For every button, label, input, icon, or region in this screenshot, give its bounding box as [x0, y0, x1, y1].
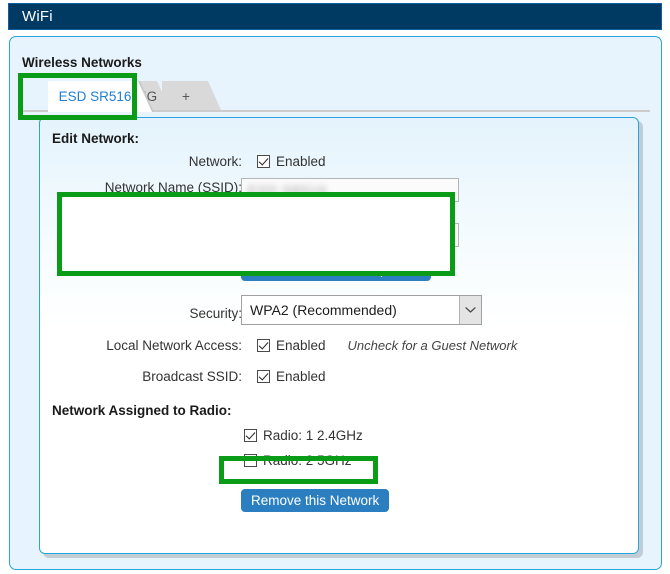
ssid-label: Network Name (SSID): — [104, 180, 242, 195]
wifi-settings-page: WiFi Wireless Networks ESD SR516-5G + ES… — [0, 0, 670, 574]
edit-network-panel: Edit Network: Network: Enabled Network N… — [39, 117, 639, 554]
chevron-down-icon[interactable] — [459, 296, 481, 324]
network-enabled-checkbox-label: Enabled — [276, 154, 326, 169]
network-enabled-checkbox[interactable] — [257, 155, 270, 168]
local-network-access-checkbox-label: Enabled — [276, 338, 326, 353]
remove-network-button[interactable]: Remove this Network — [241, 489, 390, 512]
network-tab-strip: ESD SR516-5G + ESD SR516 — [22, 81, 650, 112]
broadcast-ssid-label: Broadcast SSID: — [142, 369, 242, 384]
security-select-value: WPA2 (Recommended) — [250, 302, 397, 318]
ssid-input[interactable]: ESD SR516 — [241, 178, 459, 202]
security-select[interactable]: WPA2 (Recommended) — [241, 295, 482, 325]
network-enabled-row: Network: Enabled — [52, 154, 532, 169]
broadcast-ssid-checkbox[interactable] — [257, 370, 270, 383]
section-title: Wireless Networks — [22, 55, 142, 70]
radio-2-row: Radio: 2 5GHz — [244, 453, 544, 468]
passphrase-label: Passphrase: — [166, 225, 242, 240]
local-network-access-row: Local Network Access: Enabled Uncheck fo… — [52, 338, 612, 353]
create-random-passphrase-button[interactable]: Create Random Passphrase — [241, 258, 432, 281]
tab-label: + — [182, 89, 190, 104]
guest-network-hint: Uncheck for a Guest Network — [347, 338, 518, 353]
edit-network-title: Edit Network: — [52, 131, 140, 146]
tab-add-network[interactable]: + — [162, 81, 222, 112]
local-network-access-checkbox[interactable] — [257, 339, 270, 352]
radio-1-label: Radio: 1 2.4GHz — [263, 428, 363, 443]
radio-1-row: Radio: 1 2.4GHz — [244, 428, 544, 443]
network-enabled-label: Network: — [188, 154, 242, 169]
local-network-access-label: Local Network Access: — [106, 338, 242, 353]
security-label: Security: — [189, 305, 242, 321]
broadcast-ssid-row: Broadcast SSID: Enabled — [52, 369, 532, 384]
radio-1-checkbox[interactable] — [244, 429, 257, 442]
tab-label: ESD SR516 — [58, 89, 132, 104]
page-header-bar: WiFi — [8, 3, 662, 30]
page-title: WiFi — [22, 8, 53, 25]
passphrase-input[interactable]: password — [241, 223, 459, 247]
ssid-input-value: ESD SR516 — [248, 182, 328, 198]
passphrase-input-value: password — [248, 227, 312, 243]
radio-2-checkbox[interactable] — [244, 454, 257, 467]
wireless-networks-panel: Wireless Networks ESD SR516-5G + ESD SR5… — [9, 36, 662, 570]
broadcast-ssid-checkbox-label: Enabled — [276, 369, 326, 384]
radio-group-title: Network Assigned to Radio: — [52, 403, 232, 418]
radio-2-label: Radio: 2 5GHz — [263, 453, 352, 468]
tab-esd-sr516[interactable]: ESD SR516 — [48, 81, 152, 112]
